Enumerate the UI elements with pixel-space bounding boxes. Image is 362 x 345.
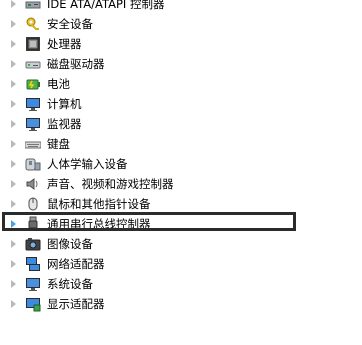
tree-item-network-adapters[interactable]: 网络适配器 <box>0 254 360 274</box>
tree-item-label: 计算机 <box>47 97 82 111</box>
expand-arrow-icon[interactable] <box>11 300 16 308</box>
expand-arrow-icon[interactable] <box>11 160 16 168</box>
tree-item-label: 电池 <box>47 77 70 91</box>
tree-item-label: 鼠标和其他指针设备 <box>47 197 151 211</box>
tree-item-imaging-devices[interactable]: 图像设备 <box>0 234 360 254</box>
key-icon <box>25 16 41 32</box>
tree-item-label: 声音、视频和游戏控制器 <box>47 177 174 191</box>
disk-drive-icon <box>25 56 41 72</box>
tree-item-label: 磁盘驱动器 <box>47 57 105 71</box>
tree-item-label: 人体学输入设备 <box>47 157 128 171</box>
keyboard-icon <box>24 136 42 152</box>
ide-controller-icon <box>25 0 41 12</box>
expand-arrow-icon[interactable] <box>11 0 16 8</box>
tree-item-monitors[interactable]: 监视器 <box>0 114 360 134</box>
expand-arrow-icon[interactable] <box>11 180 16 188</box>
expand-arrow-icon[interactable] <box>11 100 16 108</box>
expand-arrow-icon[interactable] <box>11 260 16 268</box>
expand-arrow-icon[interactable] <box>11 60 16 68</box>
tree-item-keyboards[interactable]: 键盘 <box>0 134 360 154</box>
computer-monitor-icon <box>25 96 41 112</box>
expand-arrow-icon[interactable] <box>11 140 16 148</box>
expand-arrow-icon[interactable] <box>11 40 16 48</box>
expand-arrow-icon[interactable] <box>11 200 16 208</box>
expand-arrow-icon[interactable] <box>11 120 16 128</box>
mouse-icon <box>25 196 41 212</box>
camera-icon <box>25 236 41 252</box>
tree-item-sound-video-game-controllers[interactable]: 声音、视频和游戏控制器 <box>0 174 360 194</box>
tree-item-mice-pointing-devices[interactable]: 鼠标和其他指针设备 <box>0 194 360 214</box>
expand-arrow-icon[interactable] <box>11 240 16 248</box>
tree-item-system-devices[interactable]: 系统设备 <box>0 274 360 294</box>
display-adapter-icon <box>25 296 41 312</box>
tree-item-batteries[interactable]: 电池 <box>0 74 360 94</box>
tree-item-label: 监视器 <box>47 117 82 131</box>
tree-item-label: 处理器 <box>47 37 82 51</box>
expand-arrow-icon[interactable] <box>11 220 16 228</box>
monitor-icon <box>25 116 41 132</box>
expand-arrow-icon[interactable] <box>11 80 16 88</box>
speaker-icon <box>25 176 41 192</box>
network-adapter-icon <box>25 256 41 272</box>
tree-item-disk-drives[interactable]: 磁盘驱动器 <box>0 54 360 74</box>
expand-arrow-icon[interactable] <box>11 280 16 288</box>
tree-item-security-devices[interactable]: 安全设备 <box>0 14 360 34</box>
battery-icon <box>25 76 41 92</box>
tree-item-label: 安全设备 <box>47 17 93 31</box>
tree-item-computer[interactable]: 计算机 <box>0 94 360 114</box>
system-device-icon <box>25 276 41 292</box>
expand-arrow-icon[interactable] <box>11 20 16 28</box>
usb-plug-icon <box>25 216 41 232</box>
tree-item-label: IDE ATA/ATAPI 控制器 <box>47 0 165 11</box>
tree-item-label: 显示适配器 <box>47 297 105 311</box>
tree-item-label: 通用串行总线控制器 <box>47 217 151 231</box>
tree-item-label: 键盘 <box>47 137 70 151</box>
processor-chip-icon <box>25 36 41 52</box>
tree-item-processors[interactable]: 处理器 <box>0 34 360 54</box>
tree-item-ide-controller[interactable]: IDE ATA/ATAPI 控制器 <box>0 0 360 14</box>
human-interface-device-icon <box>25 156 41 172</box>
tree-item-human-interface-devices[interactable]: 人体学输入设备 <box>0 154 360 174</box>
tree-item-label: 网络适配器 <box>47 257 105 271</box>
tree-item-label: 图像设备 <box>47 237 93 251</box>
tree-item-usb-controllers[interactable]: 通用串行总线控制器 <box>0 214 360 234</box>
tree-item-display-adapters[interactable]: 显示适配器 <box>0 294 360 314</box>
tree-item-label: 系统设备 <box>47 277 93 291</box>
